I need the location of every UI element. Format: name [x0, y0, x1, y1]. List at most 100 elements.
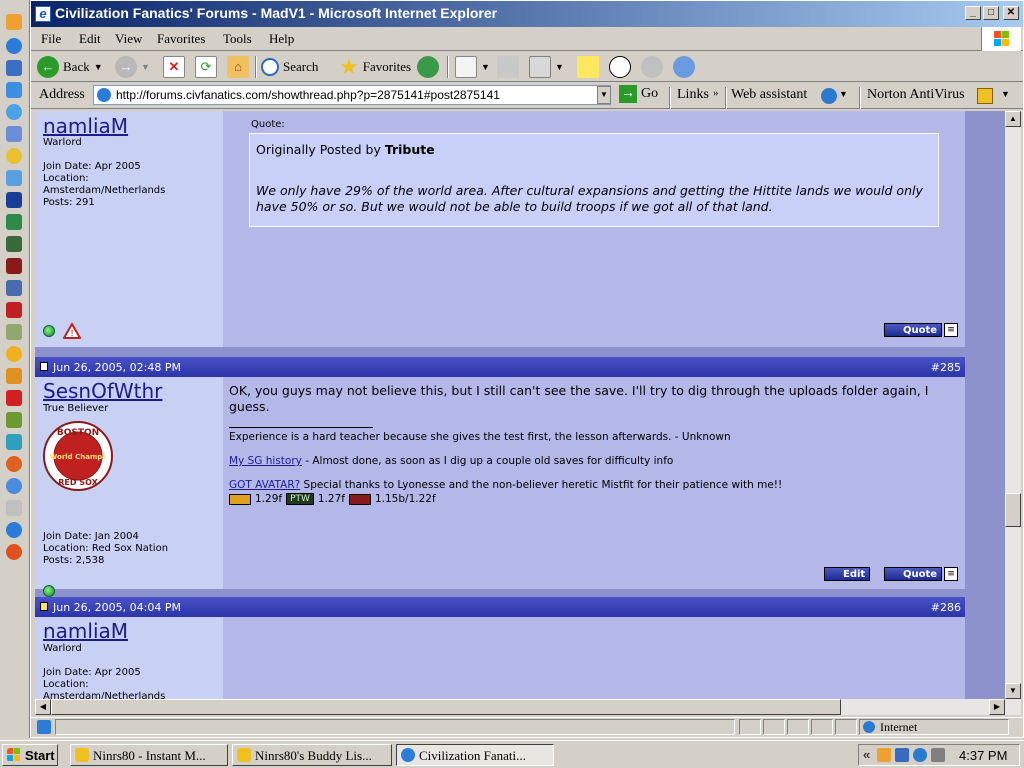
print-icon	[497, 56, 519, 78]
quote-button[interactable]: Quote	[884, 567, 943, 581]
civ-icon[interactable]	[6, 214, 22, 230]
scroll-right-button[interactable]: ▶	[989, 699, 1005, 715]
stop-button[interactable]: ✕	[163, 55, 185, 79]
go-button[interactable]: → Go	[619, 85, 658, 103]
mail-button[interactable]: ▼	[455, 55, 490, 79]
report-post-icon[interactable]: !	[63, 323, 81, 339]
aim-button[interactable]	[609, 55, 631, 79]
back-button[interactable]: ← Back ▼	[37, 55, 103, 79]
address-dropdown-button[interactable]: ▼	[597, 86, 611, 104]
norton-antivirus-button[interactable]: Norton AntiVirus	[867, 87, 965, 103]
search-app-icon[interactable]	[6, 104, 22, 120]
document-icon[interactable]	[6, 500, 22, 516]
search-button[interactable]: Search	[261, 55, 318, 79]
history-button[interactable]	[417, 55, 439, 79]
aim-icon[interactable]	[6, 14, 22, 30]
scroll-thumb[interactable]	[1005, 493, 1021, 527]
ie-icon[interactable]	[6, 522, 22, 538]
home-button[interactable]: ⌂	[227, 55, 249, 79]
got-avatar-link[interactable]: GOT AVATAR?	[229, 479, 300, 491]
help-icon[interactable]	[6, 478, 22, 494]
ie-icon[interactable]	[6, 38, 22, 54]
dropdown-arrow-icon[interactable]: ▼	[839, 89, 848, 99]
taskbar-item-buddy-list[interactable]: Ninrs80's Buddy Lis...	[232, 744, 392, 766]
tool-icon[interactable]	[6, 82, 22, 98]
printer-tray-icon[interactable]	[931, 748, 945, 762]
taskbar-item-im[interactable]: Ninrs80 - Instant M...	[70, 744, 228, 766]
username-link[interactable]: SesnOfWthr	[43, 379, 162, 403]
civ3-icon[interactable]	[6, 258, 22, 274]
sg-history-link[interactable]: My SG history	[229, 455, 302, 467]
globe-icon[interactable]	[821, 88, 837, 104]
app-icon[interactable]	[6, 544, 22, 560]
word-icon[interactable]	[6, 192, 22, 208]
maximize-button[interactable]: □	[983, 6, 999, 20]
menu-file[interactable]: File	[41, 31, 61, 47]
network-tray-icon[interactable]	[895, 748, 909, 762]
app-icon[interactable]	[6, 126, 22, 142]
norton-icon[interactable]	[977, 88, 993, 104]
post-count: Posts: 291	[43, 197, 95, 208]
forward-button[interactable]: → ▼	[115, 55, 150, 79]
app-icon[interactable]	[6, 324, 22, 340]
note-button[interactable]	[577, 55, 599, 79]
menu-favorites[interactable]: Favorites	[157, 31, 205, 47]
address-input[interactable]: http://forums.civfanatics.com/showthread…	[93, 85, 611, 105]
firefox-icon[interactable]	[6, 456, 22, 472]
username-link[interactable]: namliaM	[43, 114, 128, 138]
menu-help[interactable]: Help	[269, 31, 294, 47]
title-bar[interactable]: e Civilization Fanatics' Forums - MadV1 …	[31, 1, 1023, 27]
username-link[interactable]: namliaM	[43, 619, 128, 643]
horizontal-scroll-thumb[interactable]	[51, 699, 841, 715]
menu-tools[interactable]: Tools	[223, 31, 252, 47]
messenger-button[interactable]	[673, 55, 695, 79]
edit-button[interactable]: Edit	[824, 567, 871, 581]
post-number-link[interactable]: #285	[931, 361, 961, 374]
links-more-chevron[interactable]: »	[713, 87, 719, 99]
favorites-button[interactable]: ★ Favorites	[339, 55, 411, 79]
scroll-left-button[interactable]: ◀	[35, 699, 51, 715]
multiquote-icon[interactable]: ≡	[944, 567, 958, 581]
taskbar-item-browser-active[interactable]: Civilization Fanati...	[396, 744, 554, 766]
refresh-button[interactable]: ⟳	[195, 55, 217, 79]
aim-tray-icon[interactable]	[877, 748, 891, 762]
app-icon[interactable]	[6, 412, 22, 428]
app-icon[interactable]	[6, 368, 22, 384]
close-button[interactable]: ✕	[1003, 6, 1019, 20]
quick-launch-bar	[0, 0, 30, 738]
app-icon[interactable]	[6, 170, 22, 186]
app-icon[interactable]	[6, 390, 22, 406]
discuss-button[interactable]	[641, 55, 663, 79]
media-icon[interactable]	[6, 148, 22, 164]
forum-thread: namliaM Warlord Join Date: Apr 2005 Loca…	[35, 111, 965, 699]
zone-label: Internet	[880, 720, 918, 734]
app-icon[interactable]	[6, 302, 22, 318]
civ-icon[interactable]	[6, 236, 22, 252]
clock[interactable]: 4:37 PM	[959, 748, 1007, 763]
menu-view[interactable]: View	[115, 31, 142, 47]
user-info: Join Date: Apr 2005 Location: Amsterdam/…	[43, 161, 165, 209]
scroll-up-button[interactable]: ▲	[1005, 111, 1021, 127]
version-badges: 1.29f PTW 1.27f 1.15b/1.22f	[229, 493, 436, 505]
horizontal-scrollbar[interactable]: ◀ ▶	[35, 699, 1021, 715]
scroll-down-button[interactable]: ▼	[1005, 683, 1021, 699]
app-icon[interactable]	[6, 280, 22, 296]
globe-tray-icon[interactable]	[913, 748, 927, 762]
post-number-link[interactable]: #286	[931, 601, 961, 614]
tray-expand-chevron[interactable]: «	[863, 747, 870, 762]
menu-edit[interactable]: Edit	[79, 31, 101, 47]
vertical-scrollbar[interactable]: ▲ ▼	[1005, 111, 1021, 699]
multiquote-icon[interactable]: ≡	[944, 323, 958, 337]
msn-icon[interactable]	[6, 346, 22, 362]
web-assistant-button[interactable]: Web assistant	[731, 87, 807, 103]
quote-button[interactable]: Quote	[884, 323, 943, 337]
print-button[interactable]	[497, 55, 519, 79]
edit-page-button[interactable]: ▼	[529, 55, 564, 79]
links-button[interactable]: Links	[677, 87, 709, 103]
mail-icon[interactable]	[6, 60, 22, 76]
minimize-button[interactable]: _	[965, 6, 981, 20]
dropdown-arrow-icon[interactable]: ▼	[1001, 89, 1010, 99]
start-button[interactable]: Start	[2, 744, 58, 766]
aim-icon	[237, 748, 251, 762]
app-icon[interactable]	[6, 434, 22, 450]
